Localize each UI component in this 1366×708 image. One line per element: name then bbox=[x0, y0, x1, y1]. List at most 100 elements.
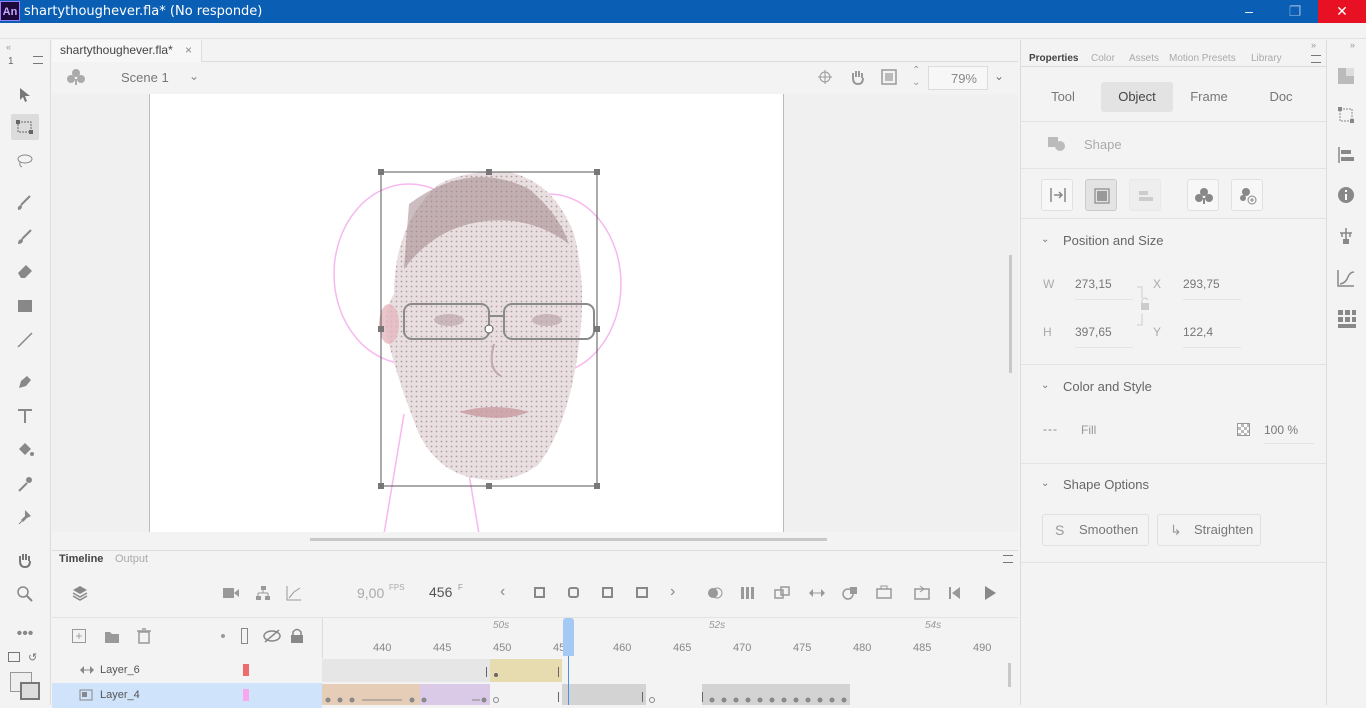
create-classic-tween-icon[interactable] bbox=[808, 585, 826, 601]
stage-artwork[interactable] bbox=[149, 94, 784, 532]
subtab-tool[interactable]: Tool bbox=[1033, 82, 1093, 112]
collapse-icon[interactable]: « bbox=[6, 42, 11, 52]
layer-color-swatch[interactable] bbox=[243, 689, 249, 701]
collapse-chevron-icon[interactable]: ⌄ bbox=[1041, 478, 1049, 489]
smoothen-button[interactable]: S Smoothen bbox=[1042, 514, 1149, 546]
collapse-chevron-icon[interactable]: ⌄ bbox=[1041, 234, 1049, 245]
height-input[interactable]: 397,65 bbox=[1075, 325, 1133, 348]
step-back-icon[interactable] bbox=[948, 585, 964, 601]
edit-multiple-frames-icon[interactable] bbox=[740, 585, 758, 601]
lasso-icon[interactable] bbox=[11, 148, 39, 174]
new-layer-icon[interactable]: + bbox=[72, 629, 86, 643]
pin-icon[interactable] bbox=[11, 504, 39, 530]
layer-name[interactable]: Layer_6 bbox=[100, 664, 140, 676]
pen-icon[interactable] bbox=[11, 369, 39, 395]
fps-value[interactable]: 9,00 bbox=[357, 585, 384, 601]
next-keyframe-icon[interactable]: › bbox=[670, 583, 675, 601]
outline-layers-icon[interactable] bbox=[241, 628, 248, 644]
drawing-object-button[interactable] bbox=[1085, 179, 1117, 211]
subtab-doc[interactable]: Doc bbox=[1249, 82, 1313, 112]
y-input[interactable]: 122,4 bbox=[1183, 325, 1241, 348]
delete-frame-icon[interactable] bbox=[636, 587, 648, 598]
loop-icon[interactable] bbox=[914, 585, 930, 601]
eyedropper-icon[interactable] bbox=[11, 471, 39, 497]
brush-icon[interactable] bbox=[11, 224, 39, 250]
color-panel-icon[interactable] bbox=[1337, 67, 1357, 87]
paint-bucket-icon[interactable] bbox=[11, 437, 39, 463]
color-style-title[interactable]: Color and Style bbox=[1063, 379, 1152, 394]
selection-icon[interactable] bbox=[11, 82, 39, 108]
tab-library[interactable]: Library bbox=[1251, 53, 1282, 64]
add-symbol-button[interactable] bbox=[1231, 179, 1263, 211]
close-tab-icon[interactable]: × bbox=[185, 43, 192, 57]
strip-expand-icon[interactable]: » bbox=[1350, 40, 1355, 50]
more-icon[interactable]: ••• bbox=[11, 621, 39, 647]
tools-menu-icon[interactable] bbox=[33, 56, 43, 64]
lock-layers-icon[interactable] bbox=[290, 628, 304, 644]
zoom-stepper-icon[interactable]: ⌃ ⌄ bbox=[912, 65, 920, 89]
layer-row[interactable]: Layer_6 bbox=[52, 658, 322, 683]
zoom-input[interactable]: 79% bbox=[928, 66, 988, 90]
insert-keyframe-icon[interactable] bbox=[534, 587, 545, 598]
paint-brush-icon[interactable] bbox=[11, 190, 39, 216]
swap-colors-icon[interactable] bbox=[8, 652, 20, 662]
hand-icon[interactable] bbox=[11, 547, 39, 573]
timeline-menu-icon[interactable] bbox=[1003, 555, 1013, 563]
subtab-object[interactable]: Object bbox=[1101, 82, 1173, 112]
scene-dropdown-icon[interactable]: ⌄ bbox=[189, 69, 199, 83]
show-hide-layers-icon[interactable] bbox=[263, 629, 281, 643]
highlight-layers-icon[interactable] bbox=[221, 634, 225, 638]
stage-vertical-scrollbar[interactable] bbox=[1009, 255, 1012, 373]
maximize-button[interactable]: ❐ bbox=[1272, 0, 1318, 23]
components-panel-icon[interactable] bbox=[1337, 227, 1357, 247]
delete-layer-icon[interactable] bbox=[136, 628, 152, 644]
layer-parenting-icon[interactable] bbox=[255, 585, 271, 601]
straighten-button[interactable]: ↳ Straighten bbox=[1157, 514, 1261, 546]
camera-icon[interactable] bbox=[222, 586, 240, 600]
panel-menu-icon[interactable] bbox=[1311, 55, 1321, 63]
graph-icon[interactable] bbox=[286, 585, 302, 601]
x-input[interactable]: 293,75 bbox=[1183, 277, 1241, 300]
shape-options-title[interactable]: Shape Options bbox=[1063, 477, 1149, 492]
subtab-frame[interactable]: Frame bbox=[1177, 82, 1241, 112]
layers-icon[interactable] bbox=[72, 585, 88, 601]
tab-assets[interactable]: Assets bbox=[1129, 53, 1159, 64]
alpha-input[interactable]: 100 % bbox=[1264, 423, 1314, 444]
frame-ruler[interactable]: 50s 52s 54s 440 445 450 455 460 465 470 … bbox=[322, 618, 1018, 658]
width-input[interactable]: 273,15 bbox=[1075, 277, 1133, 300]
insert-frame-icon[interactable] bbox=[602, 587, 613, 598]
center-stage-icon[interactable] bbox=[817, 69, 833, 85]
eraser-icon[interactable] bbox=[11, 258, 39, 284]
current-frame-value[interactable]: 456 bbox=[429, 584, 452, 600]
document-tab[interactable]: shartythoughever.fla* bbox=[52, 40, 202, 62]
tab-motion-presets[interactable]: Motion Presets bbox=[1169, 53, 1236, 64]
layer-6-frames[interactable] bbox=[322, 658, 1018, 683]
position-size-title[interactable]: Position and Size bbox=[1063, 233, 1163, 248]
tab-color[interactable]: Color bbox=[1091, 53, 1115, 64]
line-icon[interactable] bbox=[11, 327, 39, 353]
insert-blank-keyframe-icon[interactable] bbox=[568, 587, 579, 598]
rectangle-icon[interactable] bbox=[11, 293, 39, 319]
layer-name[interactable]: Layer_4 bbox=[100, 689, 140, 701]
zoom-icon[interactable] bbox=[11, 581, 39, 607]
tab-timeline[interactable]: Timeline bbox=[59, 553, 103, 565]
transform-panel-icon[interactable] bbox=[1337, 106, 1357, 126]
layer-color-swatch[interactable] bbox=[243, 664, 249, 676]
collapse-chevron-icon[interactable]: ⌄ bbox=[1041, 380, 1049, 391]
tab-properties[interactable]: Properties bbox=[1029, 53, 1078, 64]
layer-4-frames[interactable] bbox=[322, 683, 1018, 708]
reset-colors-icon[interactable]: ↺ bbox=[28, 651, 37, 664]
zoom-dropdown-icon[interactable]: ⌄ bbox=[994, 69, 1004, 83]
fill-color-swatch[interactable] bbox=[20, 682, 40, 700]
scene-label[interactable]: Scene 1 bbox=[121, 70, 169, 85]
swatches-panel-icon[interactable] bbox=[1337, 309, 1357, 329]
timeline-vertical-scrollbar[interactable] bbox=[1008, 663, 1011, 687]
stage-horizontal-scrollbar[interactable] bbox=[310, 538, 827, 541]
align-disabled-button[interactable] bbox=[1129, 179, 1161, 211]
tab-output[interactable]: Output bbox=[115, 553, 148, 565]
playhead[interactable] bbox=[563, 618, 574, 656]
insert-sequence-icon[interactable] bbox=[876, 585, 892, 601]
close-window-button[interactable]: ✕ bbox=[1318, 0, 1366, 23]
new-folder-icon[interactable] bbox=[104, 630, 120, 644]
symbol-icon[interactable] bbox=[66, 68, 86, 86]
